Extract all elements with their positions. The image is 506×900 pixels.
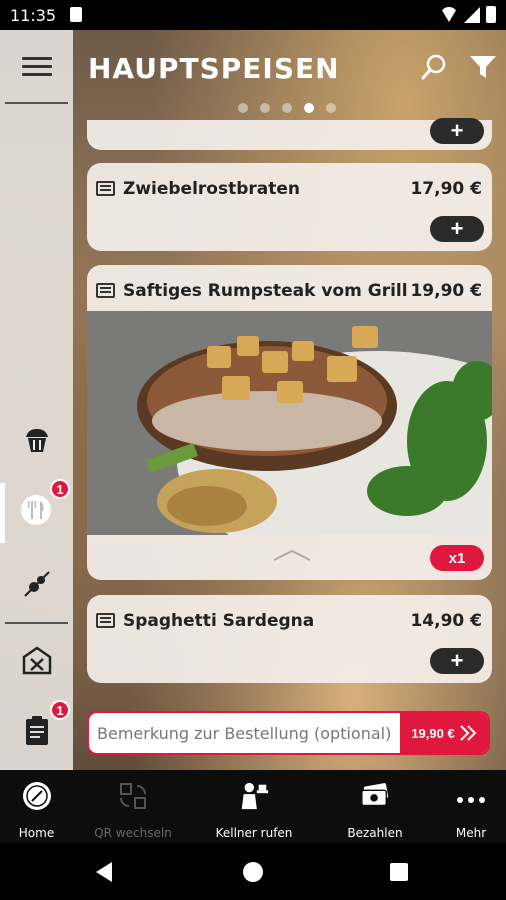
checkout-total-button[interactable]: 19,90 € xyxy=(400,713,488,753)
cupcake-icon xyxy=(26,429,48,452)
collapse-chevron-icon[interactable] xyxy=(272,548,312,562)
menu-item-card[interactable]: Zwiebelrostbraten 17,90 € + xyxy=(87,163,492,251)
hamburger-menu-icon[interactable] xyxy=(22,57,52,77)
menu-item-card-expanded[interactable]: Saftiges Rumpsteak vom Grill 19,90 € x1 xyxy=(87,265,492,580)
nav-call-waiter[interactable]: Kellner rufen xyxy=(212,770,296,842)
order-remark-input[interactable] xyxy=(89,713,402,753)
qr-swap-icon xyxy=(120,783,146,809)
clipboard-icon xyxy=(26,716,48,745)
menu-item-price: 14,90 € xyxy=(410,611,482,631)
food-photo xyxy=(87,311,492,535)
page-dot[interactable] xyxy=(238,103,248,113)
money-icon xyxy=(361,783,389,807)
skewer-icon xyxy=(24,571,50,597)
steak-photo xyxy=(87,311,492,535)
menu-item-icon xyxy=(96,283,115,298)
add-to-cart-button[interactable]: + xyxy=(430,648,484,674)
page-dot-active[interactable] xyxy=(304,103,314,113)
nav-pay[interactable]: Bezahlen xyxy=(340,770,410,842)
sidebar-badge-order: 1 xyxy=(50,700,70,720)
menu-item-icon xyxy=(96,181,115,196)
menu-item-price: 19,90 € xyxy=(410,281,482,301)
double-chevron-right-icon xyxy=(459,725,477,741)
order-remark-bar: 19,90 € xyxy=(87,711,490,755)
menu-item-icon xyxy=(96,613,115,628)
nav-label: Home xyxy=(18,826,55,840)
sidebar-item-dessert[interactable] xyxy=(20,423,54,457)
nav-more[interactable]: Mehr xyxy=(440,770,502,842)
sidebar-active-indicator xyxy=(0,483,5,543)
status-icons xyxy=(440,6,496,23)
nav-label: Mehr xyxy=(455,826,487,840)
status-bar: 11:35 xyxy=(0,0,506,30)
recents-square-icon[interactable] xyxy=(390,863,408,881)
nav-label: Kellner rufen xyxy=(215,826,293,840)
back-icon[interactable] xyxy=(96,862,112,882)
nav-home[interactable]: Home xyxy=(0,770,73,842)
page-indicator xyxy=(238,103,336,113)
signal-icon xyxy=(464,6,480,23)
sidebar-item-main-dishes[interactable] xyxy=(20,493,54,527)
sidebar-divider xyxy=(5,622,68,624)
wifi-icon xyxy=(440,7,458,22)
sidebar-item-order[interactable] xyxy=(20,714,54,748)
menu-item-title: Zwiebelrostbraten xyxy=(123,179,301,199)
category-sidebar: 1 1 xyxy=(0,30,73,770)
waiter-icon xyxy=(241,782,269,810)
sidebar-item-restaurant[interactable] xyxy=(20,643,54,677)
nav-label: Bezahlen xyxy=(347,826,403,840)
home-circle-icon[interactable] xyxy=(243,862,263,882)
sd-card-icon xyxy=(70,7,82,22)
filter-icon[interactable] xyxy=(469,54,497,80)
nav-label: QR wechseln xyxy=(94,826,172,840)
more-dots-icon xyxy=(457,797,485,803)
quantity-badge[interactable]: x1 xyxy=(430,545,484,571)
compass-icon xyxy=(22,782,51,810)
menu-item-price: 17,90 € xyxy=(410,179,482,199)
add-to-cart-button[interactable]: + xyxy=(430,216,484,242)
sidebar-item-skewer[interactable] xyxy=(20,567,54,601)
bottom-navigation: Home QR wechseln Kellner rufen Bezahlen … xyxy=(0,770,506,842)
page-title: HAUPTSPEISEN xyxy=(88,52,340,85)
sidebar-badge-main-dishes: 1 xyxy=(50,479,70,499)
app-screen: 1 1 HAUPTSPEISEN + Zwiebelrostbraten 17,… xyxy=(0,30,506,770)
system-navigation-bar xyxy=(0,842,506,900)
restaurant-building-icon xyxy=(22,646,52,675)
battery-icon xyxy=(486,6,496,23)
page-dot[interactable] xyxy=(326,103,336,113)
menu-card-partial: + xyxy=(87,118,492,150)
add-to-cart-button[interactable]: + xyxy=(430,118,484,144)
menu-item-title: Saftiges Rumpsteak vom Grill xyxy=(123,281,408,301)
fork-knife-icon xyxy=(28,501,44,519)
menu-item-card[interactable]: Spaghetti Sardegna 14,90 € + xyxy=(87,595,492,683)
search-icon[interactable] xyxy=(421,54,447,80)
nav-qr-switch[interactable]: QR wechseln xyxy=(93,770,173,842)
page-dot[interactable] xyxy=(260,103,270,113)
menu-item-title: Spaghetti Sardegna xyxy=(123,611,315,631)
status-time: 11:35 xyxy=(10,6,57,25)
sidebar-divider xyxy=(5,102,68,104)
order-total: 19,90 € xyxy=(411,725,455,741)
page-dot[interactable] xyxy=(282,103,292,113)
